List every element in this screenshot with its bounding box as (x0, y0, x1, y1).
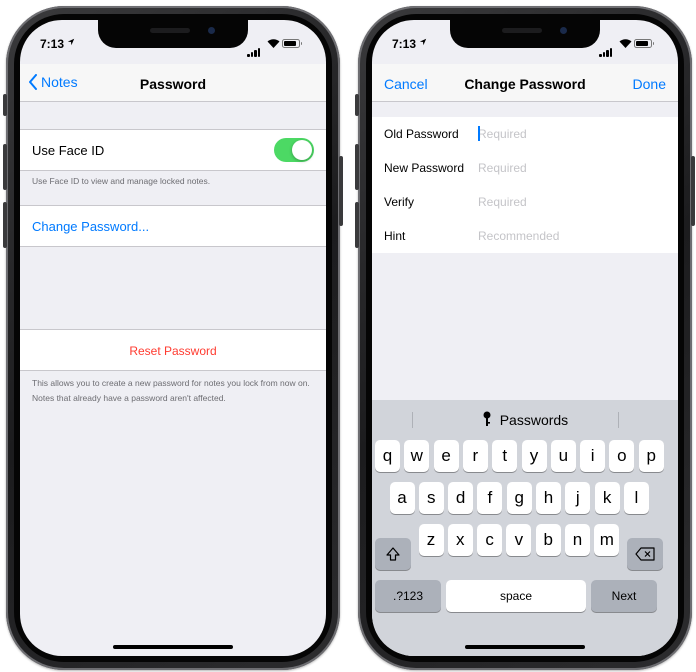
key-v[interactable]: v (506, 524, 532, 556)
key-z[interactable]: z (418, 524, 444, 556)
location-arrow-icon (67, 38, 75, 48)
key-x[interactable]: x (447, 524, 473, 556)
reset-password-button[interactable]: Reset Password (129, 344, 216, 358)
face-id-label: Use Face ID (32, 143, 105, 158)
key-icon (483, 411, 491, 426)
mute-switch (3, 94, 7, 116)
notch (98, 20, 248, 48)
notch (450, 20, 600, 48)
face-id-toggle[interactable] (274, 138, 314, 162)
key-j[interactable]: j (565, 482, 591, 514)
mute-switch (355, 94, 359, 116)
hint-field[interactable] (478, 227, 658, 245)
hint-label: Hint (384, 229, 406, 243)
cellular-signal-icon (599, 39, 613, 57)
key-d[interactable]: d (448, 482, 474, 514)
key-l[interactable]: l (623, 482, 649, 514)
nav-bar: Notes Password (20, 64, 326, 102)
face-id-cell: Use Face ID (20, 129, 326, 171)
key-i[interactable]: i (580, 440, 606, 472)
phone-right: 7:13 Cancel Change Password Done Old Pas… (355, 6, 695, 670)
verify-field[interactable] (478, 193, 658, 211)
next-key[interactable]: Next (591, 580, 657, 612)
passwords-autofill-button[interactable]: Passwords (372, 411, 678, 428)
key-c[interactable]: c (477, 524, 503, 556)
key-h[interactable]: h (536, 482, 561, 514)
key-o[interactable]: o (609, 440, 635, 472)
key-p[interactable]: p (638, 440, 664, 472)
verify-label: Verify (384, 195, 415, 209)
battery-icon (282, 39, 302, 48)
cellular-signal-icon (247, 39, 261, 57)
reset-password-cell[interactable]: Reset Password (20, 329, 326, 371)
new-password-label: New Password (384, 161, 465, 175)
delete-key[interactable] (627, 538, 663, 570)
old-password-row: Old Password (372, 117, 678, 151)
verify-row: Verify (372, 185, 678, 219)
change-password-cell[interactable]: Change Password... (20, 205, 326, 247)
key-y[interactable]: y (521, 440, 547, 472)
space-key[interactable]: space (446, 580, 586, 612)
key-f[interactable]: f (477, 482, 503, 514)
key-k[interactable]: k (594, 482, 620, 514)
battery-icon (634, 39, 654, 48)
status-time: 7:13 (392, 37, 417, 51)
side-button (691, 156, 695, 226)
passwords-label: Passwords (499, 412, 569, 428)
volume-down-button (355, 202, 359, 248)
key-n[interactable]: n (565, 524, 590, 556)
new-password-row: New Password (372, 151, 678, 185)
screen-password-settings: 7:13 Notes Password Use Face ID Use Face… (20, 20, 326, 656)
wifi-icon (267, 36, 280, 54)
nav-bar: Cancel Change Password Done (372, 64, 678, 102)
new-password-field[interactable] (478, 159, 658, 177)
shift-key[interactable] (375, 538, 411, 570)
page-title: Password (139, 76, 207, 92)
reset-password-footer: This allows you to create a new password… (32, 378, 310, 403)
done-button[interactable]: Done (633, 76, 666, 92)
volume-up-button (3, 144, 7, 190)
key-w[interactable]: w (404, 440, 430, 472)
screen-change-password: 7:13 Cancel Change Password Done Old Pas… (372, 20, 678, 656)
key-s[interactable]: s (418, 482, 444, 514)
status-time: 7:13 (40, 37, 65, 51)
key-r[interactable]: r (462, 440, 488, 472)
hint-row: Hint (372, 219, 678, 253)
password-suggestion-bar: Passwords (372, 400, 678, 438)
key-a[interactable]: a (389, 482, 415, 514)
old-password-field[interactable] (478, 125, 658, 143)
volume-down-button (3, 202, 7, 248)
face-id-footer: Use Face ID to view and manage locked no… (32, 176, 211, 186)
keyboard: Passwords qwertyuiop asdfghjkl zxcvbnm .… (372, 400, 678, 656)
shift-icon (386, 547, 400, 561)
volume-up-button (355, 144, 359, 190)
text-cursor (478, 126, 480, 141)
backspace-icon (635, 547, 655, 561)
key-u[interactable]: u (550, 440, 576, 472)
change-password-link[interactable]: Change Password... (32, 219, 149, 234)
key-g[interactable]: g (506, 482, 532, 514)
location-arrow-icon (419, 38, 427, 48)
home-indicator[interactable] (465, 645, 585, 649)
old-password-label: Old Password (384, 127, 459, 141)
wifi-icon (619, 36, 632, 54)
key-m[interactable]: m (594, 524, 620, 556)
key-q[interactable]: q (375, 440, 400, 472)
key-e[interactable]: e (433, 440, 459, 472)
side-button (339, 156, 343, 226)
key-t[interactable]: t (492, 440, 518, 472)
home-indicator[interactable] (113, 645, 233, 649)
numbers-key[interactable]: .?123 (375, 580, 441, 612)
key-b[interactable]: b (535, 524, 561, 556)
phone-left: 7:13 Notes Password Use Face ID Use Face… (3, 6, 343, 670)
